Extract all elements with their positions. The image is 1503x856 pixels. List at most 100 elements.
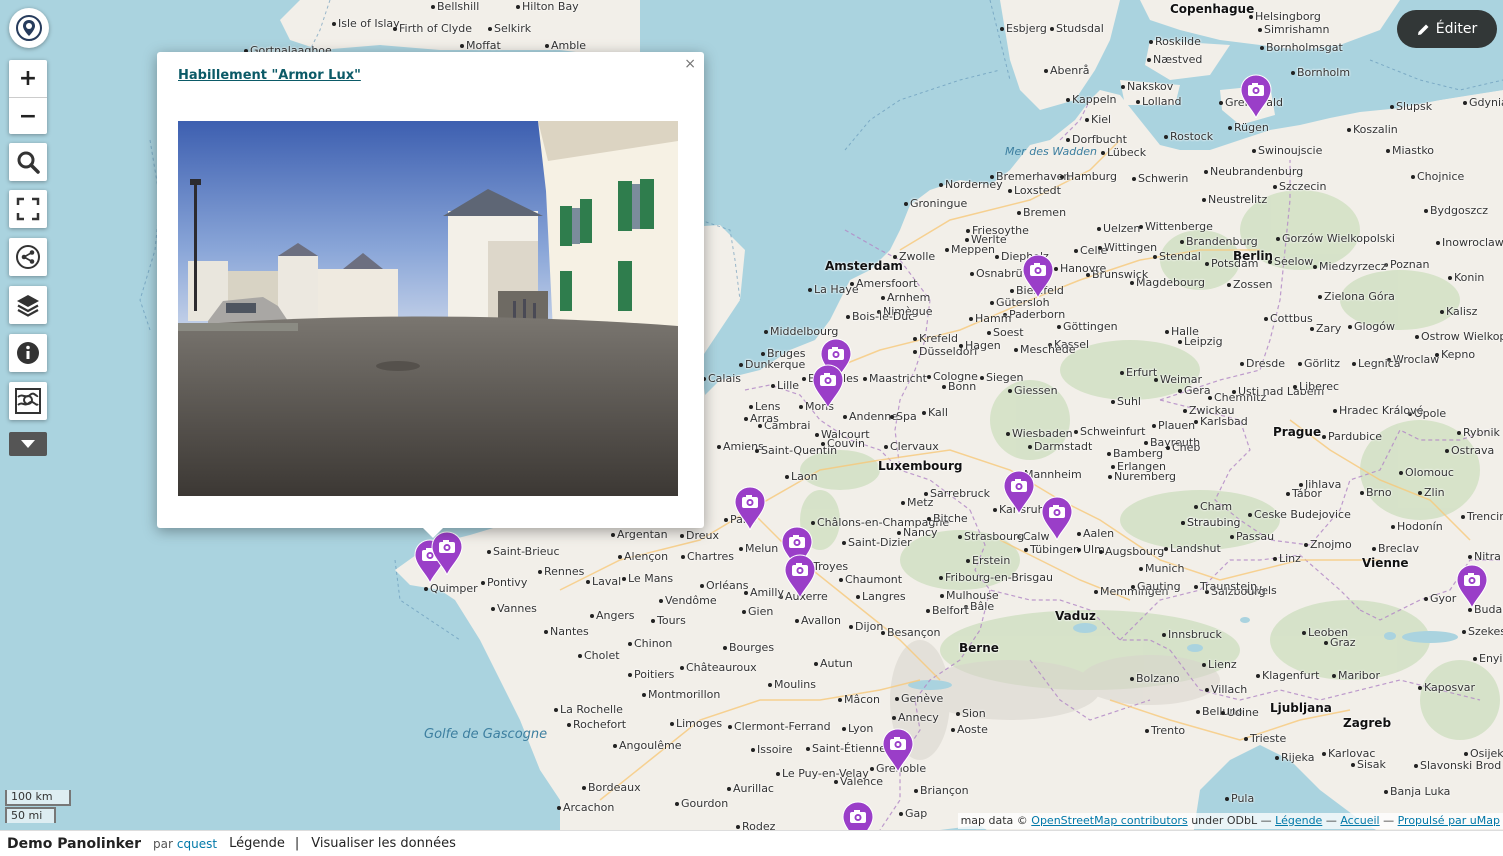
city-dot-zlin <box>1418 491 1422 495</box>
camera-icon <box>1022 254 1054 298</box>
edit-button-label: Éditer <box>1435 21 1478 37</box>
city-dot-dresde <box>1240 362 1244 366</box>
city-dot-la-rochelle <box>554 708 558 712</box>
popup-title-link[interactable]: Habillement "Armor Lux" <box>178 68 361 83</box>
city-dot-bydgoszcz <box>1424 209 1428 213</box>
city-dot-cholet <box>578 654 582 658</box>
city-dot-brandenburg <box>1180 240 1184 244</box>
city-dot-wroclaw <box>1387 358 1391 362</box>
city-dot-briancon <box>914 789 918 793</box>
city-dot-orleans <box>700 584 704 588</box>
legend-link[interactable]: Légende <box>229 836 285 851</box>
city-dot-rijeka <box>1275 756 1279 760</box>
city-dot-banja-luka <box>1384 790 1388 794</box>
city-dot-augsbourg <box>1099 550 1103 554</box>
city-dot-gorzow-wielkopolski <box>1276 237 1280 241</box>
city-dot-hamburg <box>1060 175 1064 179</box>
attribution-osm-link[interactable]: OpenStreetMap contributors <box>1031 814 1187 827</box>
city-dot-leoben <box>1302 631 1306 635</box>
city-dot-chateauroux <box>680 666 684 670</box>
city-dot-swinoujscie <box>1252 149 1256 153</box>
city-dot-greifswald <box>1219 101 1223 105</box>
city-dot-potsdam <box>1205 262 1209 266</box>
attribution-home-link[interactable]: Accueil <box>1340 814 1379 827</box>
city-dot-hamm <box>969 317 973 321</box>
city-dot-trencin <box>1461 515 1465 519</box>
camera-marker[interactable] <box>881 728 915 772</box>
camera-icon <box>1003 470 1035 514</box>
attribution-legend-link[interactable]: Légende <box>1275 814 1322 827</box>
city-dot-kall <box>922 411 926 415</box>
info-button[interactable] <box>9 334 47 372</box>
city-dot-plauen <box>1152 424 1156 428</box>
footer-separator: | <box>294 836 300 851</box>
camera-icon <box>882 728 914 772</box>
city-dot-lens <box>749 405 753 409</box>
layers-button[interactable] <box>9 286 47 324</box>
city-dot-bonn <box>942 385 946 389</box>
city-dot-le-puy-en-velay <box>776 772 780 776</box>
umap-logo-icon[interactable] <box>9 8 49 48</box>
city-dot-jihlava <box>1299 483 1303 487</box>
city-dot-gien <box>742 610 746 614</box>
city-dot-brno <box>1360 491 1364 495</box>
city-dot-bolzano <box>1130 677 1134 681</box>
city-dot-bois-le-duc <box>846 315 850 319</box>
attribution-powered-link[interactable]: Propulsé par uMap <box>1398 814 1500 827</box>
fullscreen-button[interactable] <box>9 190 47 228</box>
city-dot-n-stved <box>1147 58 1151 62</box>
city-dot-limoges <box>670 722 674 726</box>
city-dot-opole <box>1408 412 1412 416</box>
city-dot-amersfoort <box>850 282 854 286</box>
city-dot-breclav <box>1372 547 1376 551</box>
city-dot-bayreuth <box>1144 441 1148 445</box>
camera-marker[interactable] <box>1239 74 1273 118</box>
city-dot-lyon <box>842 727 846 731</box>
city-dot-argentan <box>611 533 615 537</box>
zoom-out-button[interactable]: − <box>9 98 47 135</box>
view-data-link[interactable]: Visualiser les données <box>311 836 456 851</box>
map-picto-icon <box>15 388 41 414</box>
camera-marker[interactable] <box>733 486 767 530</box>
city-dot-vendome <box>659 599 663 603</box>
city-dot-strasbourg <box>958 535 962 539</box>
camera-marker[interactable] <box>1040 496 1074 540</box>
city-dot-bruxelles <box>802 377 806 381</box>
city-dot-neustrelitz <box>1202 198 1206 202</box>
city-dot-poitiers <box>628 673 632 677</box>
camera-icon <box>1240 74 1272 118</box>
attribution: map data © OpenStreetMap contributors un… <box>957 813 1503 829</box>
popup-photo[interactable] <box>178 121 678 496</box>
city-dot-la-haye <box>808 288 812 292</box>
city-dot-le-mans <box>622 577 626 581</box>
city-dot-amilly <box>744 591 748 595</box>
camera-marker[interactable] <box>1002 470 1036 514</box>
city-dot-laon <box>785 475 789 479</box>
city-dot-hodonin <box>1391 525 1395 529</box>
author-link[interactable]: cquest <box>177 837 217 851</box>
map-picto-button[interactable] <box>9 382 47 420</box>
city-dot-zwickau <box>1183 409 1187 413</box>
popup-close-button[interactable]: × <box>684 56 696 72</box>
camera-marker[interactable] <box>811 364 845 408</box>
city-dot-udine <box>1221 711 1225 715</box>
city-dot-bruges <box>761 352 765 356</box>
city-dot-karlsruhe <box>993 508 997 512</box>
edit-button[interactable]: Éditer <box>1397 10 1497 48</box>
camera-marker[interactable] <box>1455 564 1489 608</box>
camera-marker[interactable] <box>783 554 817 598</box>
city-dot-bornholmsgat <box>1260 46 1264 50</box>
city-dot-gutersloh <box>990 301 994 305</box>
camera-icon <box>812 364 844 408</box>
city-dot-meschede <box>1014 348 1018 352</box>
city-dot-chaumont <box>839 578 843 582</box>
zoom-in-button[interactable]: + <box>9 60 47 98</box>
city-dot-melun <box>739 547 743 551</box>
city-dot-lienz <box>1202 663 1206 667</box>
camera-marker[interactable] <box>1021 254 1055 298</box>
search-button[interactable] <box>9 143 47 181</box>
more-controls-button[interactable] <box>9 432 47 456</box>
city-dot-zary <box>1310 327 1314 331</box>
share-button[interactable] <box>9 238 47 276</box>
city-dot-nitra <box>1468 555 1472 559</box>
